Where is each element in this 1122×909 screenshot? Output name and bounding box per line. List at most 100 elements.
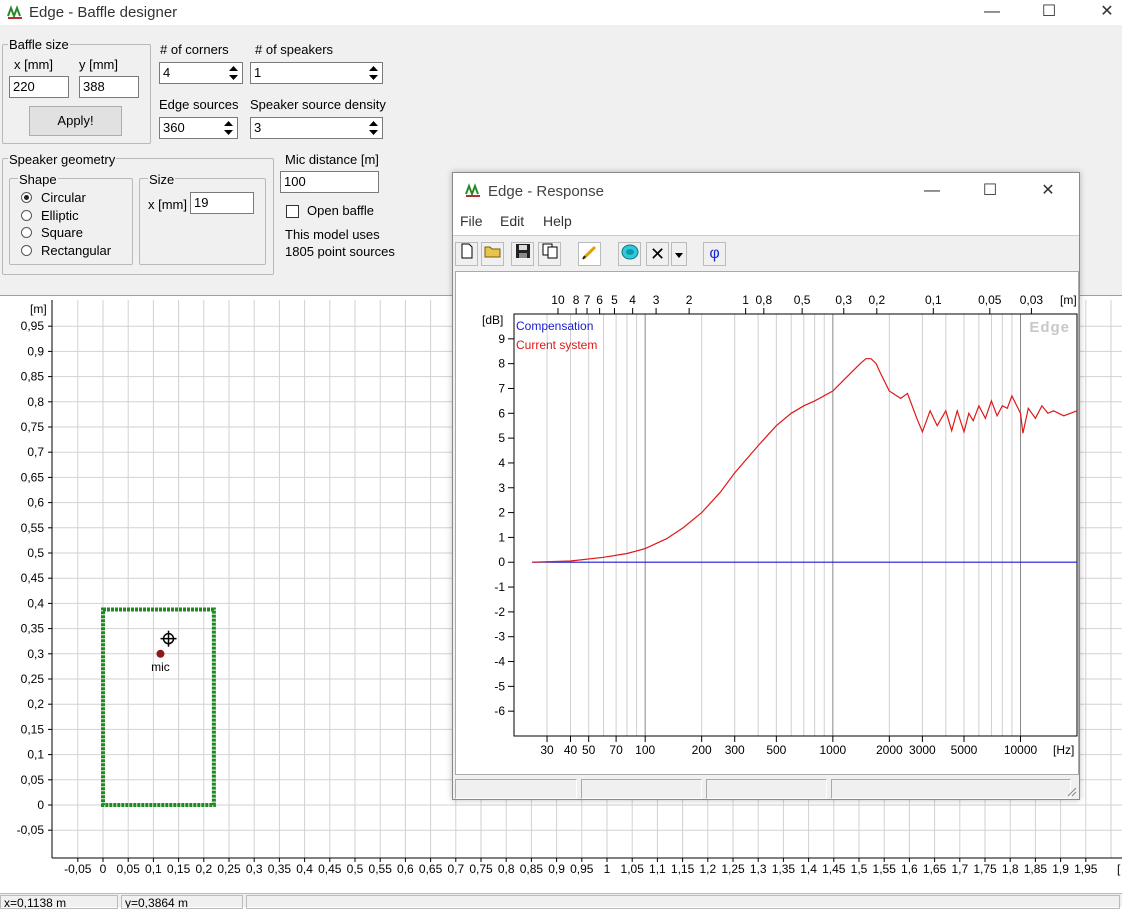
- response-maximize-button[interactable]: ☐: [961, 179, 1019, 204]
- baffle-x-input[interactable]: 220: [9, 76, 69, 98]
- x-tick-label: 0,95: [570, 862, 594, 876]
- y-tick-label: -6: [494, 704, 505, 718]
- x-tick-label: 0,45: [318, 862, 342, 876]
- x-tick-label: 0,15: [167, 862, 191, 876]
- x-tick-label: 0,5: [347, 862, 364, 876]
- x-tick-label: 50: [582, 743, 596, 757]
- baffle-x-label: x [mm]: [14, 57, 53, 72]
- x-tick-label: 2000: [876, 743, 903, 757]
- x-tick-label: 1,25: [721, 862, 745, 876]
- x-tick-label: 0,25: [217, 862, 241, 876]
- response-grid: [513, 314, 1078, 736]
- series-line-1: [532, 358, 1078, 563]
- minimize-button[interactable]: —: [963, 0, 1021, 25]
- top-unit-label: [m]: [1060, 293, 1077, 307]
- spin-arrows-icon[interactable]: [366, 119, 381, 137]
- x-tick-label: 500: [766, 743, 786, 757]
- legend-entry: Current system: [516, 338, 597, 352]
- x-tick-label: 1,3: [750, 862, 767, 876]
- size-x-input[interactable]: 19: [190, 192, 254, 214]
- maximize-button[interactable]: ☐: [1020, 0, 1078, 25]
- x-unit-label: [: [1117, 862, 1121, 876]
- y-tick-label: 0,4: [27, 596, 44, 610]
- y-tick-label: 0,35: [21, 622, 45, 636]
- close-button[interactable]: ✕: [1078, 0, 1122, 25]
- y-tick-label: -5: [494, 679, 505, 693]
- response-chart[interactable]: 9 8 7 6 5 4 3 2 1 0 -1 -2 -3 -4 -5 -6 [dB] 30 40 50 70 100 200…: [455, 271, 1079, 775]
- spin-arrows-icon[interactable]: [221, 119, 236, 137]
- baffle-size-label: Baffle size: [8, 37, 70, 52]
- response-title-bar: Edge - Response — ☐ ✕: [453, 173, 1079, 209]
- menu-file[interactable]: File: [460, 213, 483, 229]
- pen-icon[interactable]: [578, 242, 601, 266]
- shape-elliptic-label: Elliptic: [41, 208, 79, 223]
- speaker-density-stepper[interactable]: 3: [250, 117, 383, 139]
- speakers-value: 1: [254, 65, 262, 80]
- response-minimize-button[interactable]: —: [903, 179, 961, 204]
- shape-rectangular-label: Rectangular: [41, 243, 112, 258]
- menu-help[interactable]: Help: [543, 213, 572, 229]
- x-tick-label: 0,9: [548, 862, 565, 876]
- x-tick-label: 0,85: [520, 862, 544, 876]
- top-tick-label: 4: [629, 293, 636, 307]
- baffle-y-input[interactable]: 388: [79, 76, 139, 98]
- y-tick-label: 0,5: [27, 546, 44, 560]
- radio-rectangular[interactable]: [21, 245, 32, 256]
- open-folder-icon[interactable]: [481, 242, 504, 266]
- top-tick-label: 2: [686, 293, 693, 307]
- open-baffle-checkbox[interactable]: [286, 205, 299, 218]
- y-tick-label: 0,15: [21, 722, 45, 736]
- speakers-stepper[interactable]: 1: [250, 62, 383, 84]
- shape-square-label: Square: [41, 225, 83, 240]
- x-tick-label: 1,75: [973, 862, 997, 876]
- response-chart-svg[interactable]: 9876543210-1-2-3-4-5-6[dB]30 40 50 70 100 200…: [456, 272, 1078, 774]
- dropdown-icon[interactable]: [671, 242, 687, 266]
- menu-edit[interactable]: Edit: [500, 213, 524, 229]
- new-icon[interactable]: [455, 242, 478, 266]
- x-tick-label: 0,65: [419, 862, 443, 876]
- spin-arrows-icon[interactable]: [366, 64, 381, 82]
- y-tick-label: 0,2: [27, 697, 44, 711]
- y-tick-label: 0,7: [27, 445, 44, 459]
- radio-elliptic[interactable]: [21, 210, 32, 221]
- corners-stepper[interactable]: 4: [159, 62, 243, 84]
- mic-distance-input[interactable]: 100: [280, 171, 379, 193]
- response-close-button[interactable]: ✕: [1019, 179, 1077, 204]
- y-tick-label: -2: [494, 605, 505, 619]
- x-tick-label: 1,9: [1052, 862, 1069, 876]
- delete-icon[interactable]: ✕: [646, 242, 669, 266]
- x-tick-label: 5000: [951, 743, 978, 757]
- save-icon[interactable]: [511, 242, 534, 266]
- response-status-cell: [706, 779, 827, 799]
- spin-arrows-icon[interactable]: [226, 64, 241, 82]
- y-tick-label: 5: [498, 431, 505, 445]
- top-tick-label: 5: [611, 293, 618, 307]
- y-tick-label: 0,6: [27, 496, 44, 510]
- x-tick-label: 0,55: [369, 862, 393, 876]
- response-status-cell: [581, 779, 702, 799]
- mic-label: mic: [151, 660, 170, 674]
- x-tick-label: 1,85: [1024, 862, 1048, 876]
- edge-sources-stepper[interactable]: 360: [159, 117, 238, 139]
- app-icon: [465, 183, 480, 197]
- y-tick-label: 0,45: [21, 571, 45, 585]
- app-icon: [7, 5, 23, 19]
- radio-square[interactable]: [21, 227, 32, 238]
- y-tick-label: -0,05: [17, 823, 45, 837]
- phase-icon[interactable]: φ: [703, 242, 726, 266]
- x-tick-label: 0,8: [498, 862, 515, 876]
- radio-circular[interactable]: [21, 192, 32, 203]
- resize-grip-icon[interactable]: [1065, 785, 1077, 797]
- speaker-icon[interactable]: [618, 242, 641, 266]
- x-tick-label: 30: [540, 743, 554, 757]
- x-tick-label: 0,7: [447, 862, 464, 876]
- response-window[interactable]: Edge - Response — ☐ ✕ File Edit Help ✕ φ…: [452, 172, 1080, 800]
- edge-watermark: Edge: [1029, 319, 1070, 336]
- copy-icon[interactable]: [538, 242, 561, 266]
- apply-button[interactable]: Apply!: [29, 106, 122, 136]
- edge-sources-value: 360: [163, 120, 185, 135]
- response-title: Edge - Response: [488, 183, 604, 200]
- plot-frame: [513, 313, 1078, 737]
- top-tick-label: 0,2: [868, 293, 885, 307]
- y-tick-label: 9: [498, 332, 505, 346]
